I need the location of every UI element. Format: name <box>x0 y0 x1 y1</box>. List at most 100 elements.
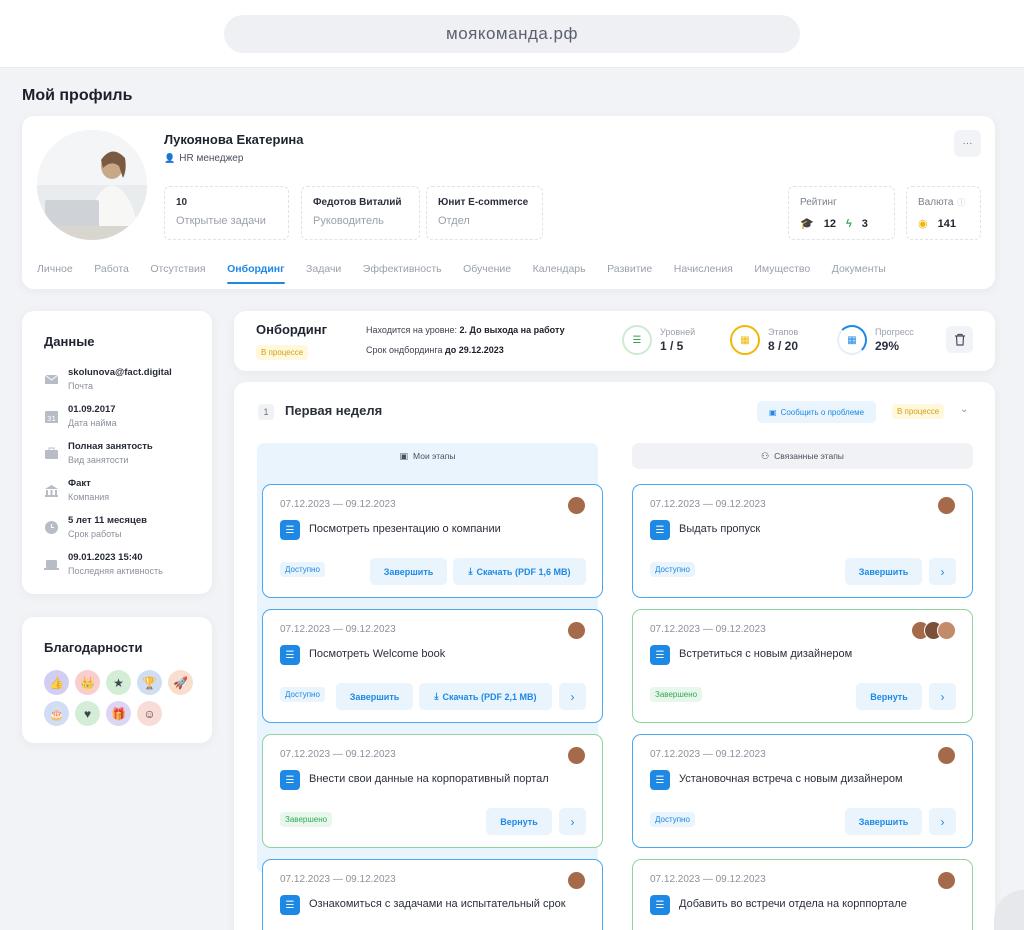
stat-progress: ▦ Прогресс 29% <box>837 325 914 355</box>
manager-box[interactable]: Федотов Виталий Руководитель <box>301 186 420 240</box>
crown-icon[interactable]: 👑 <box>75 670 100 695</box>
task-title[interactable]: Добавить во встречи отдела на корппортал… <box>679 897 907 912</box>
tab-tasks[interactable]: Задачи <box>306 263 341 284</box>
rating-box[interactable]: Рейтинг 🎓 12 ϟ 3 <box>788 186 895 240</box>
cake-icon[interactable]: 🎂 <box>44 701 69 726</box>
chevron-right-button[interactable]: › <box>929 808 956 835</box>
tab-absences[interactable]: Отсутствия <box>150 263 205 284</box>
chevron-right-button[interactable]: › <box>929 683 956 710</box>
task-title-row: ☰ Выдать пропуск <box>650 520 950 540</box>
currency-box[interactable]: Валюта ⓘ ◉ 141 <box>906 186 981 240</box>
document-icon: ☰ <box>280 645 300 665</box>
task-title[interactable]: Установочная встреча с новым дизайнером <box>679 772 903 787</box>
task-card[interactable]: 07.12.2023 — 09.12.2023 ☰ Выдать пропуск… <box>632 484 973 598</box>
gift-icon[interactable]: 🎁 <box>106 701 131 726</box>
download-button[interactable]: ⤓ Скачать (PDF 1,6 MB) <box>453 558 586 585</box>
heart-icon[interactable]: ♥ <box>75 701 100 726</box>
department-box[interactable]: Юнит E-commerce Отдел <box>426 186 543 240</box>
download-label: Скачать (PDF 1,6 MB) <box>476 566 571 577</box>
smile-icon[interactable]: ☺ <box>137 701 162 726</box>
laptop-icon <box>44 557 59 572</box>
tab-personal[interactable]: Личное <box>37 263 73 284</box>
chevron-down-icon[interactable]: ⌄ <box>960 404 968 415</box>
task-card[interactable]: 07.12.2023 — 09.12.2023 ☰ Установочная в… <box>632 734 973 848</box>
profile-card: Лукоянова Екатерина 👤 HR менеджер 10 Отк… <box>22 116 995 289</box>
trash-icon <box>954 333 965 346</box>
avatar <box>567 746 586 765</box>
task-card[interactable]: 07.12.2023 — 09.12.2023 ☰ Ознакомиться с… <box>262 859 603 930</box>
chevron-right-button[interactable]: › <box>929 558 956 585</box>
week-title: Первая неделя <box>285 403 383 418</box>
task-card[interactable]: 07.12.2023 — 09.12.2023 ☰ Посмотреть Wel… <box>262 609 603 723</box>
task-title[interactable]: Встретиться с новым дизайнером <box>679 647 852 662</box>
chevron-right-button[interactable]: › <box>559 808 586 835</box>
deadline-label: Срок ондбординга <box>366 345 443 355</box>
tab-development[interactable]: Развитие <box>607 263 652 284</box>
task-title[interactable]: Посмотреть Welcome book <box>309 647 445 662</box>
thumbs-up-icon[interactable]: 👍 <box>44 670 69 695</box>
task-dates: 07.12.2023 — 09.12.2023 <box>280 874 396 885</box>
task-title-row: ☰ Посмотреть презентацию о компании <box>280 520 580 540</box>
task-title[interactable]: Внести свои данные на корпоративный порт… <box>309 772 549 787</box>
profile-name: Лукоянова Екатерина <box>164 132 304 147</box>
rocket-icon[interactable]: 🚀 <box>168 670 193 695</box>
avatar <box>567 496 586 515</box>
task-dates: 07.12.2023 — 09.12.2023 <box>650 499 766 510</box>
assignees <box>567 621 586 640</box>
report-problem-button[interactable]: ▣ Сообщить о проблеме <box>757 401 877 423</box>
linked-stages-header[interactable]: ⚇ Связанные этапы <box>632 443 973 469</box>
chevron-right-button[interactable]: › <box>559 683 586 710</box>
delete-button[interactable] <box>946 326 973 353</box>
complete-button[interactable]: Завершить <box>370 558 447 585</box>
tab-accruals[interactable]: Начисления <box>674 263 733 284</box>
task-card[interactable]: 07.12.2023 — 09.12.2023 ☰ Внести свои да… <box>262 734 603 848</box>
trophy-icon[interactable]: 🏆 <box>137 670 162 695</box>
address-bar[interactable]: моякоманда.рф <box>224 15 800 53</box>
task-card[interactable]: 07.12.2023 — 09.12.2023 ☰ Посмотреть пре… <box>262 484 603 598</box>
task-title[interactable]: Посмотреть презентацию о компании <box>309 522 501 537</box>
more-button[interactable]: ··· <box>954 130 981 157</box>
tab-documents[interactable]: Документы <box>832 263 886 284</box>
return-button[interactable]: Вернуть <box>856 683 922 710</box>
checklist-icon: ☰ <box>650 895 670 915</box>
profile-tabs: Личное Работа Отсутствия Онбординг Задач… <box>37 263 907 284</box>
complete-button[interactable]: Завершить <box>336 683 413 710</box>
tab-property[interactable]: Имущество <box>754 263 810 284</box>
task-title[interactable]: Выдать пропуск <box>679 522 760 537</box>
task-status-badge: Доступно <box>280 687 325 702</box>
task-status-badge: Доступно <box>650 812 695 827</box>
role-label: HR менеджер <box>179 153 244 164</box>
task-title[interactable]: Ознакомиться с задачами на испытательный… <box>309 897 566 912</box>
tab-onboarding[interactable]: Онбординг <box>227 263 285 284</box>
open-tasks-box[interactable]: 10 Открытые задачи <box>164 186 289 240</box>
grid-icon: ▦ <box>730 325 760 355</box>
week-number: 1 <box>258 404 274 420</box>
alert-icon: ▣ <box>769 407 777 417</box>
download-button[interactable]: ⤓ Скачать (PDF 2,1 MB) <box>419 683 552 710</box>
coins-icon: ◉ <box>918 218 928 230</box>
tab-efficiency[interactable]: Эффективность <box>363 263 442 284</box>
tab-learning[interactable]: Обучение <box>463 263 511 284</box>
download-icon: ⤓ <box>468 566 473 576</box>
graduation-cap-icon: 🎓 <box>800 218 814 230</box>
tab-work[interactable]: Работа <box>94 263 129 284</box>
department-label: Отдел <box>438 215 470 227</box>
profile-role: 👤 HR менеджер <box>164 153 243 164</box>
avatar <box>37 130 147 240</box>
department-value: Юнит E-commerce <box>438 197 529 208</box>
link-icon: ⚇ <box>761 450 770 461</box>
deadline-info: Срок ондбординга до 29.12.2023 <box>366 345 504 355</box>
complete-button[interactable]: Завершить <box>845 808 922 835</box>
star-icon[interactable]: ★ <box>106 670 131 695</box>
user-icon: 👤 <box>164 153 176 163</box>
task-card[interactable]: 07.12.2023 — 09.12.2023 ☰ Добавить во вс… <box>632 859 973 930</box>
rating-b: 3 <box>861 217 868 230</box>
return-button[interactable]: Вернуть <box>486 808 552 835</box>
assignees <box>937 871 956 890</box>
tab-calendar[interactable]: Календарь <box>533 263 586 284</box>
complete-button[interactable]: Завершить <box>845 558 922 585</box>
badges-list: 👍 👑 ★ 🏆 🚀 🎂 ♥ 🎁 ☺ <box>44 670 194 726</box>
currency-label: Валюта <box>918 197 954 208</box>
task-card[interactable]: 07.12.2023 — 09.12.2023 ☰ Встретиться с … <box>632 609 973 723</box>
linked-stages-label: Связанные этапы <box>774 451 844 461</box>
